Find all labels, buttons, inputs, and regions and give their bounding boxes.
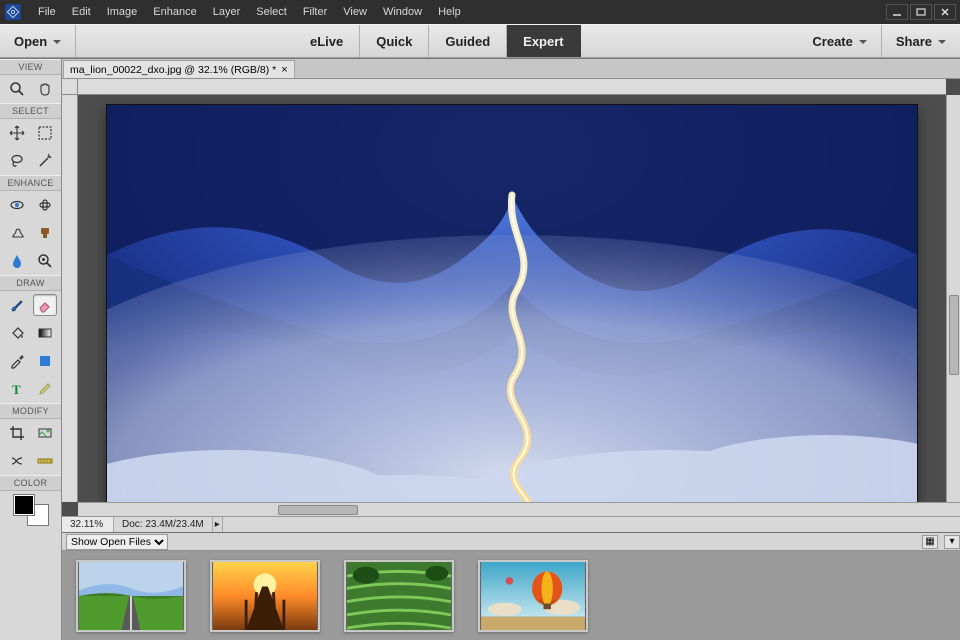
sponge-tool[interactable] (33, 250, 57, 272)
move-tool[interactable] (5, 122, 29, 144)
open-button-label: Open (14, 34, 47, 49)
document-area: ma_lion_00022_dxo.jpg @ 32.1% (RGB/8) * … (62, 59, 960, 640)
pencil-tool[interactable] (33, 378, 57, 400)
document-image (107, 105, 917, 516)
project-bin-dropdown[interactable]: Show Open Files (66, 534, 168, 550)
canvas-surface[interactable] (78, 95, 946, 502)
straighten-tool[interactable] (33, 450, 57, 472)
mode-tab-guided[interactable]: Guided (429, 25, 506, 57)
menu-layer[interactable]: Layer (205, 0, 249, 24)
menu-edit[interactable]: Edit (64, 0, 99, 24)
thumbnail-rice-terraces[interactable] (344, 560, 454, 632)
menu-file[interactable]: File (30, 0, 64, 24)
zoom-tool[interactable] (5, 78, 29, 100)
mode-tab-quick[interactable]: Quick (360, 25, 428, 57)
magic-wand-tool[interactable] (33, 150, 57, 172)
crop-tool[interactable] (5, 422, 29, 444)
ruler-vertical[interactable] (62, 95, 78, 502)
document-tab-title: ma_lion_00022_dxo.jpg @ 32.1% (RGB/8) * (70, 64, 276, 76)
chevron-down-icon (53, 34, 61, 49)
palette-group-draw: DRAW (0, 275, 61, 291)
menu-view[interactable]: View (335, 0, 375, 24)
menu-filter[interactable]: Filter (295, 0, 335, 24)
menu-enhance[interactable]: Enhance (145, 0, 204, 24)
menu-image[interactable]: Image (99, 0, 146, 24)
palette-group-enhance: ENHANCE (0, 175, 61, 191)
menu-bar: File Edit Image Enhance Layer Select Fil… (0, 0, 960, 24)
palette-group-modify: MODIFY (0, 403, 61, 419)
thumbnail-green-field[interactable] (76, 560, 186, 632)
create-button[interactable]: Create (798, 25, 880, 57)
project-bin-thumbnails (62, 551, 960, 640)
mode-tab-expert[interactable]: Expert (507, 25, 579, 57)
app-logo-icon (2, 1, 24, 23)
document-tab[interactable]: ma_lion_00022_dxo.jpg @ 32.1% (RGB/8) * … (63, 60, 295, 78)
palette-group-color: COLOR (0, 475, 61, 491)
recompose-tool[interactable] (33, 422, 57, 444)
menu-select[interactable]: Select (248, 0, 295, 24)
palette-group-select: SELECT (0, 103, 61, 119)
hand-tool[interactable] (33, 78, 57, 100)
paint-bucket-tool[interactable] (5, 322, 29, 344)
scrollbar-thumb[interactable] (278, 505, 358, 515)
status-bar: 32.11% Doc: 23.4M/23.4M ▸ (62, 516, 960, 532)
eraser-tool[interactable] (33, 294, 57, 316)
tool-palette: VIEW SELECT ENHANCE DRAW (0, 59, 62, 640)
menu-help[interactable]: Help (430, 0, 469, 24)
marquee-tool[interactable] (33, 122, 57, 144)
brush-tool[interactable] (5, 294, 29, 316)
open-button[interactable]: Open (0, 25, 75, 57)
foreground-color-swatch[interactable] (14, 495, 34, 515)
scrollbar-horizontal[interactable] (78, 502, 960, 516)
close-icon[interactable]: × (281, 64, 287, 76)
ruler-horizontal[interactable] (78, 79, 946, 95)
blur-tool[interactable] (5, 250, 29, 272)
status-doc-size: Doc: 23.4M/23.4M (114, 517, 213, 532)
svg-text:T: T (12, 382, 21, 397)
color-swatch[interactable] (14, 495, 48, 525)
create-button-label: Create (812, 34, 852, 49)
share-button[interactable]: Share (882, 25, 960, 57)
eyedropper-tool[interactable] (5, 350, 29, 372)
chevron-down-icon (859, 34, 867, 49)
mode-tabs: eLive Quick Guided Expert (294, 25, 581, 57)
share-button-label: Share (896, 34, 932, 49)
status-menu-arrow[interactable]: ▸ (213, 517, 223, 532)
content-aware-tool[interactable] (5, 450, 29, 472)
shape-tool[interactable] (33, 350, 57, 372)
scrollbar-vertical[interactable] (946, 95, 960, 502)
project-bin: Show Open Files ▦ ▾ (62, 532, 960, 640)
spot-heal-tool[interactable] (33, 194, 57, 216)
clone-stamp-tool[interactable] (33, 222, 57, 244)
window-minimize-button[interactable] (886, 4, 908, 20)
canvas-viewport (62, 79, 960, 516)
scrollbar-thumb[interactable] (949, 295, 959, 375)
project-bin-grid-icon[interactable]: ▦ (922, 535, 938, 549)
ruler-corner (62, 79, 78, 95)
workspace: VIEW SELECT ENHANCE DRAW (0, 58, 960, 640)
gradient-tool[interactable] (33, 322, 57, 344)
chevron-down-icon (938, 34, 946, 49)
redeye-tool[interactable] (5, 194, 29, 216)
status-zoom[interactable]: 32.11% (62, 517, 114, 532)
smart-brush-tool[interactable] (5, 222, 29, 244)
project-bin-toolbar: Show Open Files ▦ ▾ (62, 533, 960, 551)
project-bin-menu-icon[interactable]: ▾ (944, 535, 960, 549)
mode-tab-elive[interactable]: eLive (294, 25, 359, 57)
lasso-tool[interactable] (5, 150, 29, 172)
document-tab-strip: ma_lion_00022_dxo.jpg @ 32.1% (RGB/8) * … (62, 59, 960, 79)
action-bar: Open eLive Quick Guided Expert Create Sh… (0, 24, 960, 58)
palette-group-view: VIEW (0, 59, 61, 75)
window-maximize-button[interactable] (910, 4, 932, 20)
thumbnail-sunset-pier[interactable] (210, 560, 320, 632)
thumbnail-balloon[interactable] (478, 560, 588, 632)
type-tool[interactable]: T (5, 378, 29, 400)
menu-window[interactable]: Window (375, 0, 430, 24)
window-close-button[interactable] (934, 4, 956, 20)
